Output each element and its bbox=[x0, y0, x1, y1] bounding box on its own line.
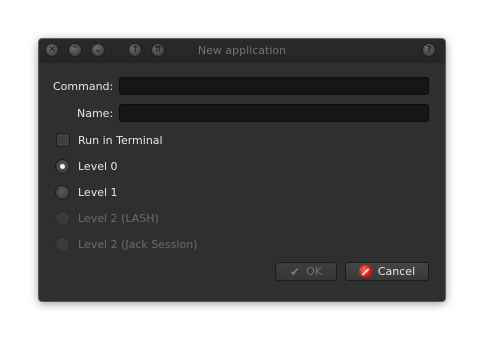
ok-button-label: OK bbox=[306, 265, 322, 278]
command-label: Command: bbox=[53, 80, 114, 93]
radio-selected-dot bbox=[60, 164, 65, 169]
level-1-label[interactable]: Level 1 bbox=[78, 186, 118, 199]
new-application-dialog: ✕ ⌃ ⌄ ↑ ⇈ New application ? Command: Nam… bbox=[39, 39, 445, 301]
cancel-button[interactable]: Cancel bbox=[345, 262, 429, 281]
level-2-jack-session-label: Level 2 (Jack Session) bbox=[78, 238, 198, 251]
name-field[interactable] bbox=[119, 104, 429, 122]
level-0-label[interactable]: Level 0 bbox=[78, 160, 118, 173]
name-label: Name: bbox=[77, 107, 114, 120]
level-2-lash-radio bbox=[55, 211, 70, 226]
ok-button[interactable]: ✔ OK bbox=[275, 262, 337, 281]
level-2-jack-session-radio bbox=[55, 237, 70, 252]
window-title: New application bbox=[197, 44, 287, 57]
cancel-button-label: Cancel bbox=[377, 265, 416, 278]
checkmark-icon: ✔ bbox=[290, 264, 301, 279]
cancel-icon bbox=[358, 265, 372, 278]
level-0-radio[interactable] bbox=[55, 159, 70, 174]
run-in-terminal-label[interactable]: Run in Terminal bbox=[78, 134, 163, 147]
help-icon[interactable]: ? bbox=[422, 43, 436, 57]
command-field[interactable] bbox=[119, 77, 429, 95]
level-1-radio[interactable] bbox=[55, 185, 70, 200]
title-bar[interactable]: ✕ ⌃ ⌄ ↑ ⇈ New application ? bbox=[39, 39, 445, 63]
run-in-terminal-checkbox[interactable] bbox=[56, 133, 70, 147]
level-2-lash-label: Level 2 (LASH) bbox=[78, 212, 159, 225]
